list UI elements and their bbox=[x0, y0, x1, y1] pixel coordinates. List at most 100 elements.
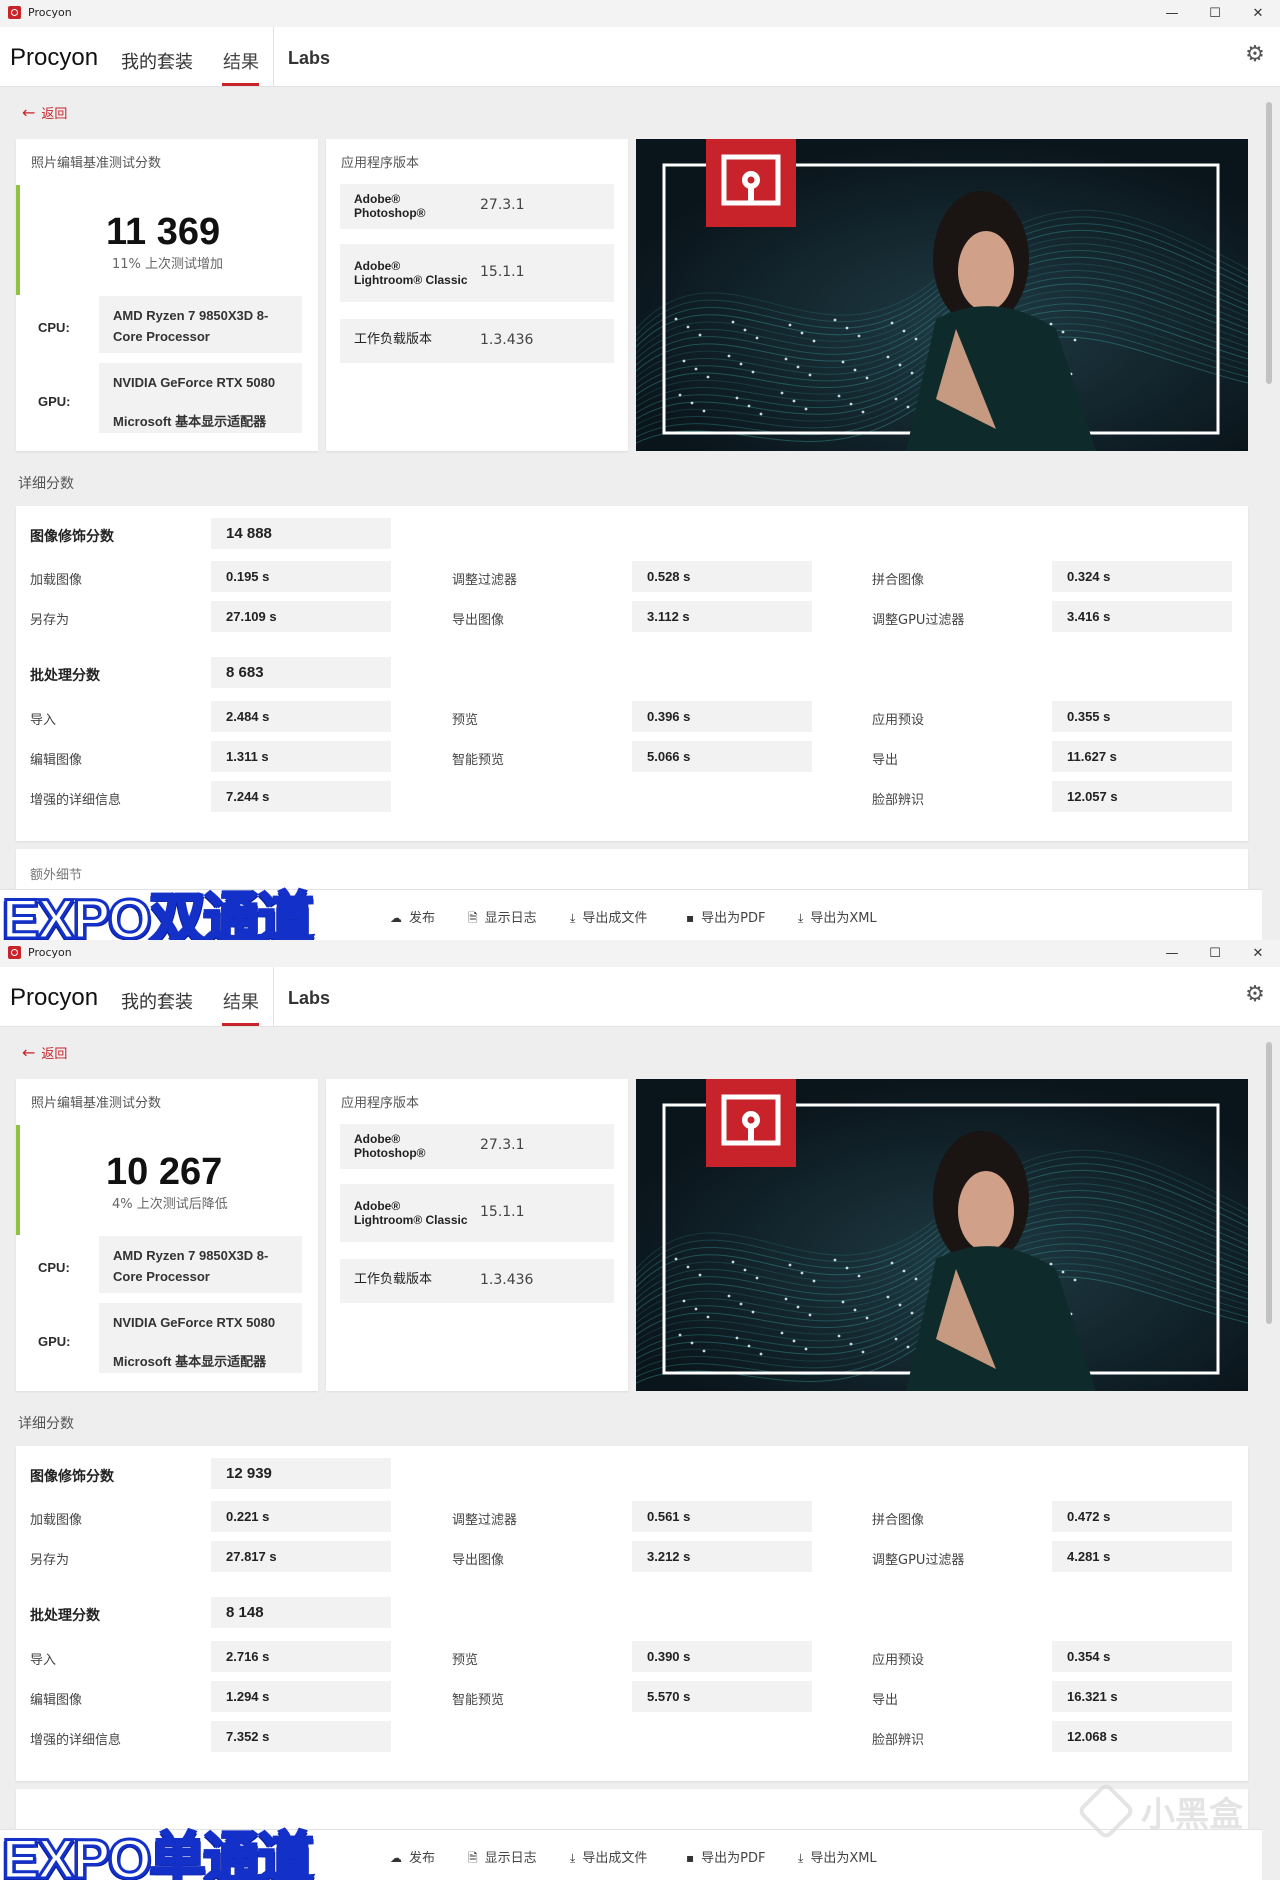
app-icon bbox=[8, 946, 21, 959]
version-row: Adobe® Photoshop® 27.3.1 bbox=[340, 1124, 614, 1169]
score-accent-bar bbox=[16, 1125, 20, 1235]
version-app-name-1: 工作负载版本 bbox=[354, 332, 433, 347]
cpu-value: AMD Ryzen 7 9850X3D 8-Core Processor bbox=[99, 1236, 302, 1293]
version-number: 15.1.1 bbox=[480, 264, 525, 280]
metric-label: 智能预览 bbox=[452, 753, 505, 768]
window-title: Procyon bbox=[28, 6, 72, 19]
publish-button[interactable]: ☁ 发布 bbox=[390, 907, 435, 926]
publish-button[interactable]: ☁ 发布 bbox=[390, 1847, 435, 1866]
metric-value: 3.212 s bbox=[632, 1541, 812, 1572]
back-arrow-icon: ← bbox=[22, 103, 36, 122]
back-link[interactable]: ← 返回 bbox=[22, 103, 67, 122]
version-number: 15.1.1 bbox=[480, 1204, 525, 1220]
tab-results[interactable]: 结果 bbox=[223, 988, 259, 1014]
metric-value: 0.390 s bbox=[632, 1641, 812, 1672]
cloud-upload-icon: ☁ bbox=[390, 1851, 402, 1865]
batch-score-text: 8 683 bbox=[226, 664, 264, 681]
metric-value: 5.570 s bbox=[632, 1681, 812, 1712]
export-pdf-button-label: 导出为PDF bbox=[701, 1851, 766, 1866]
title-bar: Procyon — ☐ ✕ bbox=[0, 940, 1280, 967]
metric-label: 编辑图像 bbox=[30, 1693, 83, 1708]
back-label: 返回 bbox=[41, 107, 68, 122]
metric-label: 调整GPU过滤器 bbox=[872, 1553, 965, 1568]
scrollbar-thumb[interactable] bbox=[1266, 1042, 1272, 1324]
gear-icon[interactable]: ⚙ bbox=[1244, 44, 1266, 66]
metric-label: 预览 bbox=[452, 1653, 479, 1668]
back-link[interactable]: ← 返回 bbox=[22, 1043, 67, 1062]
export-xml-button[interactable]: ⤓ 导出为XML bbox=[798, 907, 877, 926]
retouch-label: 图像修饰分数 bbox=[30, 529, 114, 545]
metric-label: 另存为 bbox=[30, 613, 70, 628]
score-change: 4% 上次测试后降低 bbox=[112, 1197, 228, 1212]
metric-value: 0.195 s bbox=[211, 561, 391, 592]
version-app-name: Adobe® Photoshop® bbox=[354, 1132, 426, 1160]
version-app-name-1: Adobe® bbox=[354, 192, 401, 206]
retouch-score-text: 12 939 bbox=[226, 1465, 272, 1482]
metric-label: 导出图像 bbox=[452, 613, 505, 628]
download-icon: ⤓ bbox=[570, 1851, 576, 1865]
score-accent-bar bbox=[16, 185, 20, 295]
show-log-button[interactable]: 🗎 显示日志 bbox=[468, 1847, 537, 1870]
gear-icon[interactable]: ⚙ bbox=[1244, 984, 1266, 1006]
version-app-name: 工作负载版本 bbox=[354, 1273, 432, 1287]
metric-value: 3.416 s bbox=[1052, 601, 1232, 632]
tab-results[interactable]: 结果 bbox=[223, 48, 259, 74]
batch-label: 批处理分数 bbox=[30, 1608, 100, 1624]
version-app-name: Adobe® Lightroom® Classic bbox=[354, 1199, 468, 1227]
metric-value: 1.311 s bbox=[211, 741, 391, 772]
metric-value-text: 3.212 s bbox=[647, 1549, 691, 1564]
score-card: 照片编辑基准测试分数 11 369 11% 上次测试增加 CPU: AMD Ryzen … bbox=[16, 139, 318, 451]
procyon-window: Procyon — ☐ ✕ Procyon 我的套装 结果 Labs ⚙ ← 返回 照片编辑基准测试分… bbox=[0, 940, 1280, 1880]
gpu-name-2: Microsoft 基本显示适配器 bbox=[113, 414, 267, 429]
close-icon[interactable]: ✕ bbox=[1236, 0, 1280, 27]
minimize-icon[interactable]: — bbox=[1150, 940, 1194, 967]
export-file-button[interactable]: ⤓ 导出成文件 bbox=[570, 1847, 647, 1866]
metric-label: 增强的详细信息 bbox=[30, 793, 122, 808]
version-app-name-2: Lightroom® Classic bbox=[354, 1213, 468, 1227]
tab-labs[interactable]: Labs bbox=[288, 988, 330, 1009]
version-row: Adobe® Lightroom® Classic 15.1.1 bbox=[340, 244, 614, 302]
watermark-logo-icon bbox=[1076, 1781, 1136, 1841]
version-app-name-2: Lightroom® Classic bbox=[354, 273, 468, 287]
retouch-label: 图像修饰分数 bbox=[30, 1469, 114, 1485]
metric-value: 3.112 s bbox=[632, 601, 812, 632]
metric-value-text: 12.068 s bbox=[1067, 1729, 1118, 1744]
export-xml-button-label: 导出为XML bbox=[810, 911, 877, 926]
overlay-caption: EXPO双通道 bbox=[1, 886, 316, 941]
tab-my-suites[interactable]: 我的套装 bbox=[121, 988, 193, 1014]
show-log-button[interactable]: 🗎 显示日志 bbox=[468, 907, 537, 930]
maximize-icon[interactable]: ☐ bbox=[1193, 940, 1237, 967]
brand-logo[interactable]: Procyon bbox=[10, 984, 98, 1012]
metric-value: 0.221 s bbox=[211, 1501, 391, 1532]
metric-label: 预览 bbox=[452, 713, 479, 728]
tab-my-suites[interactable]: 我的套装 bbox=[121, 48, 193, 74]
metric-label: 导出图像 bbox=[452, 1553, 505, 1568]
version-app-name: Adobe® Photoshop® bbox=[354, 192, 426, 220]
metric-value: 0.472 s bbox=[1052, 1501, 1232, 1532]
metric-label: 导入 bbox=[30, 1653, 57, 1668]
maximize-icon[interactable]: ☐ bbox=[1193, 0, 1237, 27]
tab-labs[interactable]: Labs bbox=[288, 48, 330, 69]
export-file-button[interactable]: ⤓ 导出成文件 bbox=[570, 907, 647, 926]
scrollbar-thumb[interactable] bbox=[1266, 102, 1272, 384]
export-xml-button[interactable]: ⤓ 导出为XML bbox=[798, 1847, 877, 1866]
metric-value: 7.244 s bbox=[211, 781, 391, 812]
metric-value: 0.396 s bbox=[632, 701, 812, 732]
metric-label: 调整GPU过滤器 bbox=[872, 613, 965, 628]
close-icon[interactable]: ✕ bbox=[1236, 940, 1280, 967]
minimize-icon[interactable]: — bbox=[1150, 0, 1194, 27]
export-pdf-button[interactable]: ▪ 导出为PDF bbox=[686, 907, 765, 926]
publish-button-label: 发布 bbox=[409, 911, 436, 926]
metric-value: 0.528 s bbox=[632, 561, 812, 592]
hero-illustration bbox=[636, 1079, 1248, 1391]
metric-value: 16.321 s bbox=[1052, 1681, 1232, 1712]
export-pdf-button[interactable]: ▪ 导出为PDF bbox=[686, 1847, 765, 1866]
brand-logo[interactable]: Procyon bbox=[10, 44, 98, 72]
show-log-button-label: 显示日志 bbox=[484, 911, 537, 926]
save-icon: ▪ bbox=[686, 1851, 695, 1865]
screenshot-root: { "windows": [ { "window_title": "Procyo… bbox=[0, 0, 1280, 1880]
metric-value-text: 0.221 s bbox=[226, 1509, 270, 1524]
metric-label: 应用预设 bbox=[872, 1653, 925, 1668]
metric-value: 2.716 s bbox=[211, 1641, 391, 1672]
metric-value: 27.817 s bbox=[211, 1541, 391, 1572]
